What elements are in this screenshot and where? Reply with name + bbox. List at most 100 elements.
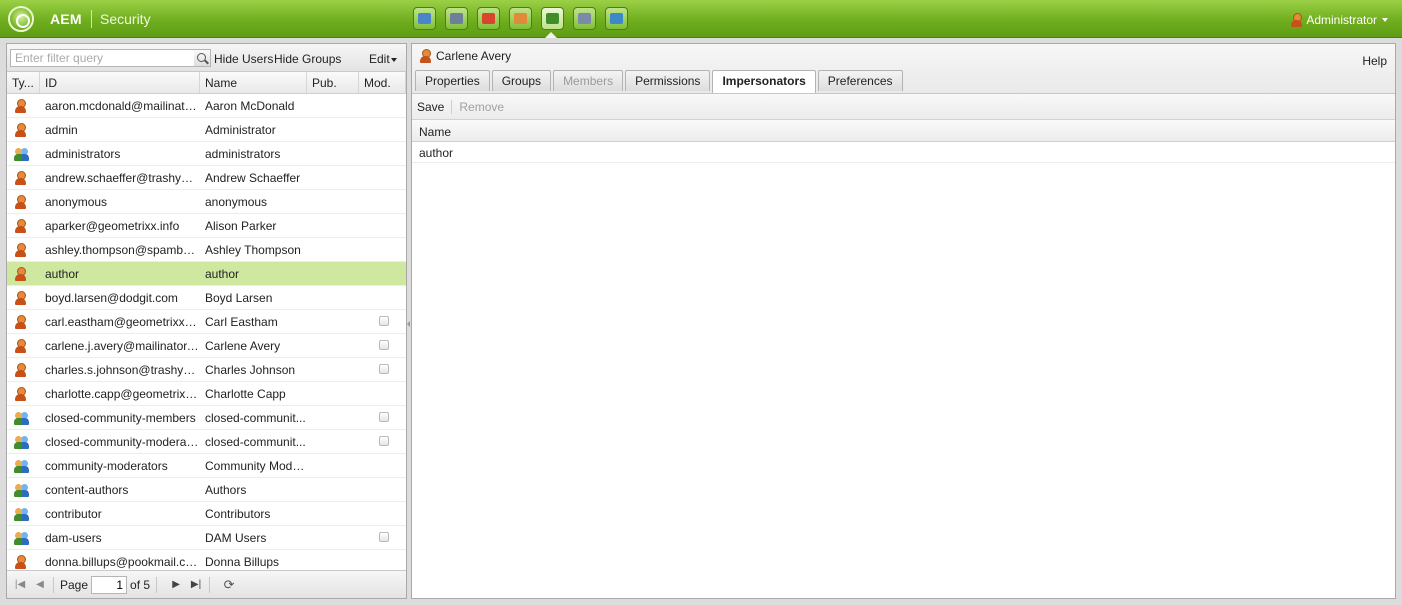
remove-button[interactable]: Remove [459,100,504,114]
table-row[interactable]: carlene.j.avery@mailinator.c... Carlene A… [7,334,406,358]
inbox-envelope-icon[interactable] [509,7,532,30]
user-icon [14,386,26,401]
table-row[interactable]: community-moderators Community Mode... [7,454,406,478]
tab-permissions[interactable]: Permissions [625,70,711,91]
globe-websites-icon[interactable] [413,7,436,30]
id-cell: author [45,266,80,281]
table-row[interactable]: aparker@geometrixx.info Alison Parker [7,214,406,238]
search-icon[interactable] [194,49,211,67]
dam-binoculars-icon[interactable] [445,7,468,30]
group-icon [14,459,29,473]
detail-title: Carlene Avery [419,49,511,63]
table-row[interactable]: dam-users DAM Users [7,526,406,550]
table-row[interactable]: ashley.thompson@spambob.... Ashley Thomps… [7,238,406,262]
last-page-icon[interactable]: ▶| [189,578,203,592]
id-cell: boyd.larsen@dodgit.com [45,290,178,305]
table-row[interactable]: anonymous anonymous [7,190,406,214]
pager-divider [156,576,158,593]
type-cell [7,242,40,257]
save-button[interactable]: Save [417,100,444,114]
tab-preferences[interactable]: Preferences [817,70,903,91]
aem-logo-icon[interactable] [8,6,34,32]
user-icon [14,314,26,329]
table-row[interactable]: author author [7,262,406,286]
column-name[interactable]: Name [200,72,307,93]
name-cell: Charlotte Capp [205,386,286,401]
id-cell: content-authors [45,482,129,497]
modified-checkbox[interactable] [379,435,389,446]
user-icon [14,554,26,569]
type-cell [7,531,40,545]
impersonators-toolbar: Save Remove [412,94,1395,120]
toolbar-divider [451,99,453,114]
table-row[interactable]: boyd.larsen@dodgit.com Boyd Larsen [7,286,406,310]
page-number-input[interactable] [91,575,128,594]
name-cell: closed-communit... [205,410,306,425]
tagging-tag-icon[interactable] [605,7,628,30]
modified-checkbox[interactable] [379,531,389,542]
name-cell: Contributors [205,506,271,521]
next-page-icon[interactable]: ▶ [169,578,183,592]
modified-checkbox[interactable] [379,339,389,350]
type-cell [7,314,40,329]
column-id[interactable]: ID [40,72,200,93]
table-row[interactable]: closed-community-members closed-communit.… [7,406,406,430]
user-menu[interactable]: Administrator [1290,13,1388,27]
type-cell [7,266,40,281]
table-row[interactable]: admin Administrator [7,118,406,142]
users-security-icon[interactable] [541,7,564,30]
id-cell: community-moderators [45,458,168,473]
column-type[interactable]: Ty... [7,72,40,93]
filter-input[interactable] [10,49,195,67]
dam-binoculars-icon-glyph [450,13,463,24]
type-cell [7,362,40,377]
id-cell: dam-users [45,530,102,545]
chevron-down-icon [1382,18,1388,22]
column-published[interactable]: Pub. [307,72,359,93]
page-count-label: of 5 [130,577,151,592]
id-cell: aaron.mcdonald@mailinator.... [45,98,200,113]
hide-users-button[interactable]: Hide Users [214,52,273,66]
table-row[interactable]: contributor Contributors [7,502,406,526]
user-icon [14,266,26,281]
hide-groups-button[interactable]: Hide Groups [274,52,341,66]
table-row[interactable]: charlotte.capp@geometrixx-... Charlotte C… [7,382,406,406]
name-cell: Administrator [205,122,276,137]
user-icon [14,122,26,137]
tab-groups[interactable]: Groups [491,70,552,91]
modified-checkbox[interactable] [379,411,389,422]
refresh-icon[interactable]: ⟳ [222,577,236,592]
modified-checkbox[interactable] [379,315,389,326]
campaigns-megaphone-icon[interactable] [477,7,500,30]
tab-members[interactable]: Members [553,70,624,91]
tab-properties[interactable]: Properties [415,70,490,91]
pager-divider [53,576,54,593]
name-cell: Authors [205,482,247,497]
tools-gears-icon[interactable] [573,7,596,30]
modified-checkbox[interactable] [379,363,389,374]
table-row[interactable]: charles.s.johnson@trashyma... Charles Joh… [7,358,406,382]
id-cell: carl.eastham@geometrixx-m... [45,314,200,329]
table-row[interactable]: content-authors Authors [7,478,406,502]
help-button[interactable]: Help [1362,54,1387,68]
impersonator-row[interactable]: author [412,142,1395,163]
type-cell [7,483,40,497]
tab-impersonators[interactable]: Impersonators [712,70,816,93]
table-row[interactable]: andrew.schaeffer@trashyma... Andrew Schae… [7,166,406,190]
table-row[interactable]: administrators administrators [7,142,406,166]
type-cell [7,411,40,425]
table-row[interactable]: closed-community-moderators closed-commun… [7,430,406,454]
first-page-icon[interactable]: |◀ [13,578,27,592]
group-icon [14,483,29,497]
table-row[interactable]: aaron.mcdonald@mailinator.... Aaron McDon… [7,94,406,118]
previous-page-icon[interactable]: ◀ [33,578,47,592]
column-modified[interactable]: Mod. [359,72,406,93]
name-cell: author [205,266,240,281]
id-cell: administrators [45,146,121,161]
impersonators-column-name[interactable]: Name [412,120,1395,142]
name-cell: Andrew Schaeffer [205,170,301,185]
edit-menu-button[interactable]: Edit [369,52,397,66]
user-icon [14,98,26,113]
table-row[interactable]: carl.eastham@geometrixx-m... Carl Eastham [7,310,406,334]
id-cell: andrew.schaeffer@trashyma... [45,170,200,185]
